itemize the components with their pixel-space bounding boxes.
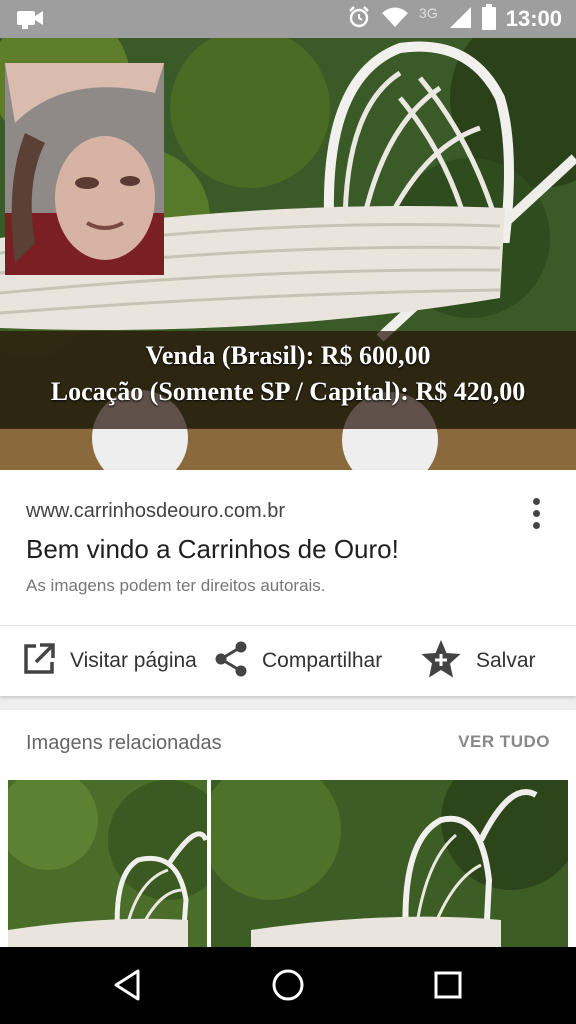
save-button[interactable]: Salvar	[420, 626, 536, 696]
video-notification-icon	[16, 8, 44, 35]
profile-photo	[5, 63, 164, 275]
related-image-thumbnail[interactable]	[211, 780, 568, 950]
copyright-notice: As imagens podem ter direitos autorais.	[26, 576, 326, 595]
alarm-icon	[347, 5, 371, 34]
action-bar: Visitar página Compartilhar Salvar	[0, 626, 576, 696]
hero-image[interactable]: Venda (Brasil): R$ 600,00 Locação (Somen…	[0, 38, 576, 470]
result-url[interactable]: www.carrinhosdeouro.com.br	[26, 500, 285, 523]
more-options-icon[interactable]	[526, 494, 546, 530]
back-icon[interactable]	[108, 965, 148, 1005]
save-label: Salvar	[476, 649, 536, 672]
recents-icon[interactable]	[428, 965, 468, 1005]
share-icon	[214, 641, 248, 682]
wifi-icon	[381, 6, 409, 33]
signal-icon	[448, 5, 472, 34]
home-icon[interactable]	[268, 965, 308, 1005]
result-title[interactable]: Bem vindo a Carrinhos de Ouro!	[26, 534, 399, 565]
star-add-icon	[420, 639, 462, 684]
clock: 13:00	[505, 6, 562, 31]
network-type: 3G	[419, 5, 438, 21]
open-external-icon	[22, 642, 56, 681]
rental-price: Locação (Somente SP / Capital): R$ 420,0…	[50, 377, 526, 406]
related-images-section: Imagens relacionadas VER TUDO	[0, 710, 576, 950]
related-image-thumbnail[interactable]	[8, 780, 207, 950]
battery-icon	[481, 3, 496, 35]
visit-page-button[interactable]: Visitar página	[22, 626, 197, 696]
see-all-button[interactable]: VER TUDO	[458, 732, 550, 752]
navigation-bar	[0, 947, 576, 1024]
result-card: www.carrinhosdeouro.com.br Bem vindo a C…	[0, 470, 576, 696]
sale-price: Venda (Brasil): R$ 600,00	[145, 341, 431, 370]
share-label: Compartilhar	[262, 649, 383, 672]
related-images-title: Imagens relacionadas	[26, 732, 222, 754]
visit-page-label: Visitar página	[70, 649, 197, 672]
share-button[interactable]: Compartilhar	[214, 626, 382, 696]
status-bar: 3G 13:00	[0, 0, 576, 38]
